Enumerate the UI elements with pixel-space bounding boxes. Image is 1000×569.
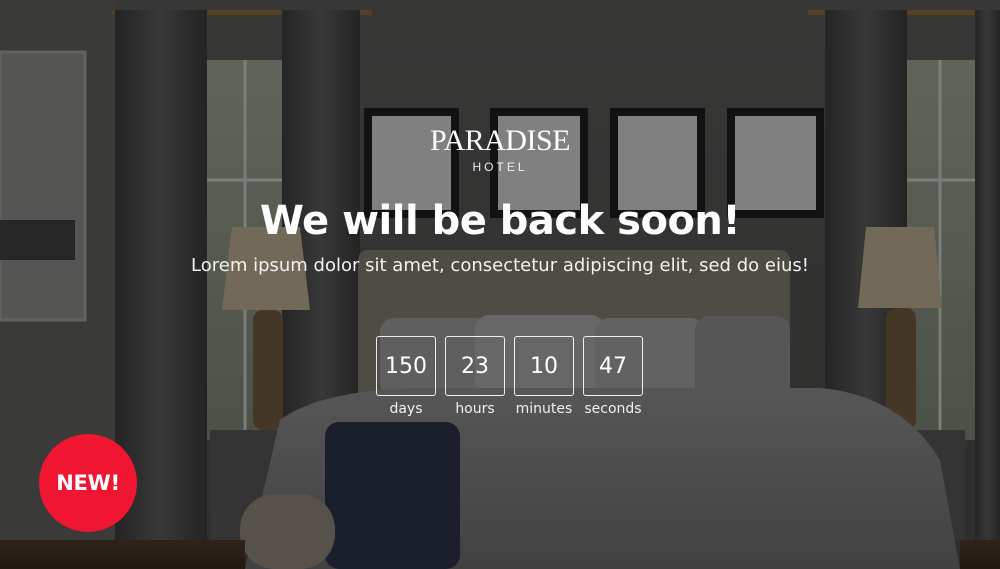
countdown-hours: 23 hours [445, 336, 505, 417]
countdown-seconds-value: 47 [583, 336, 643, 396]
page-title: We will be back soon! [259, 198, 741, 244]
countdown-hours-value: 23 [445, 336, 505, 396]
maintenance-page: PARADISE HOTEL We will be back soon! Lor… [0, 0, 1000, 569]
countdown-seconds: 47 seconds [583, 336, 643, 417]
countdown-minutes: 10 minutes [514, 336, 574, 417]
countdown-days-label: days [389, 401, 423, 417]
countdown-minutes-label: minutes [515, 401, 573, 417]
new-badge: NEW! [39, 434, 137, 532]
page-subtitle: Lorem ipsum dolor sit amet, consectetur … [191, 255, 809, 276]
main-content: PARADISE HOTEL We will be back soon! Lor… [0, 0, 1000, 569]
countdown-hours-label: hours [455, 401, 495, 417]
countdown-days: 150 days [376, 336, 436, 417]
countdown-timer: 150 days 23 hours 10 minutes 47 seconds [376, 336, 643, 417]
logo-name: PARADISE [430, 124, 570, 157]
hotel-logo: PARADISE HOTEL [0, 124, 1000, 174]
countdown-seconds-label: seconds [584, 401, 642, 417]
countdown-minutes-value: 10 [514, 336, 574, 396]
logo-subtitle: HOTEL [472, 160, 528, 174]
countdown-days-value: 150 [376, 336, 436, 396]
